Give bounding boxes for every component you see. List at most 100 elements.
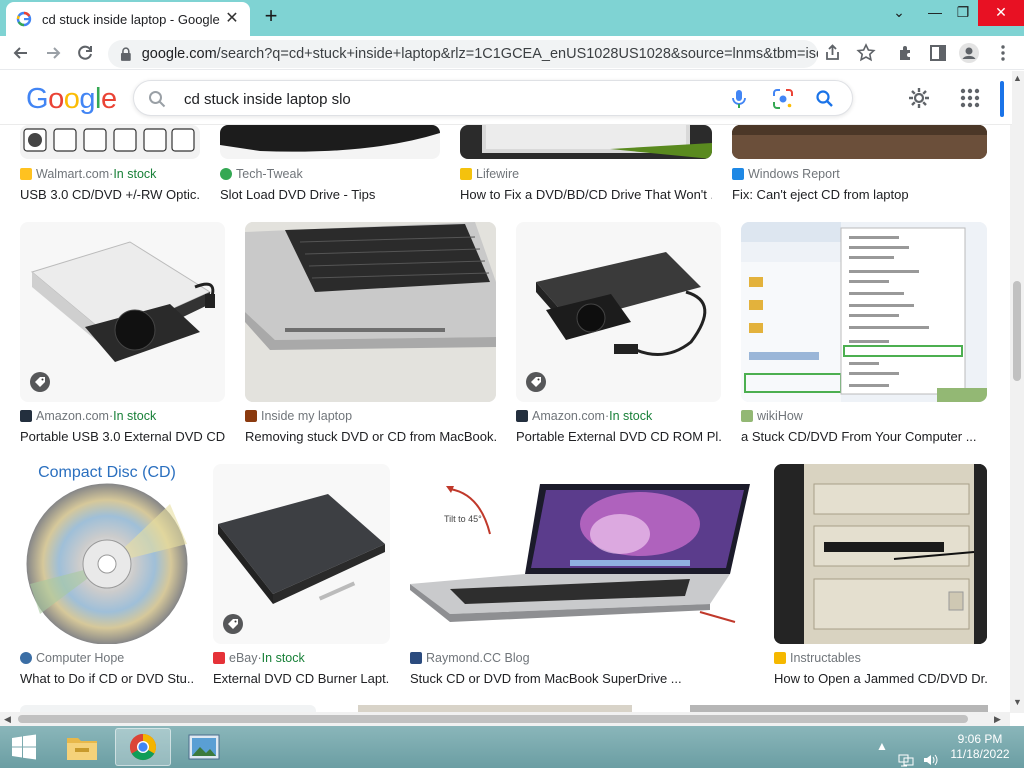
compact-disc-thumbnail [26, 483, 188, 644]
url-host: google.com [141, 46, 217, 62]
result-thumbnail[interactable] [20, 222, 225, 402]
kebab-menu-icon [1001, 45, 1005, 61]
horizontal-scroll-thumb[interactable] [18, 715, 968, 723]
result-thumbnail[interactable]: Tilt to 45° [410, 464, 754, 644]
search-submit-icon[interactable] [815, 89, 835, 109]
scroll-up-arrow-icon[interactable]: ▲ [1013, 73, 1022, 83]
scroll-left-arrow-icon[interactable]: ◀ [4, 714, 11, 725]
volume-speaker-icon[interactable] [922, 739, 938, 781]
show-hidden-icons-arrow[interactable]: ▲ [876, 739, 888, 781]
logo-letter: o [63, 83, 80, 115]
result-source[interactable]: Instructables [774, 651, 861, 665]
new-tab-button[interactable]: + [258, 4, 284, 30]
result-thumbnail[interactable] [741, 222, 987, 402]
result-thumbnail[interactable] [245, 222, 496, 402]
tab-close-icon[interactable]: ✕ [224, 11, 240, 27]
result-thumbnail[interactable] [732, 125, 987, 159]
result-card[interactable]: Instructables How to Open a Jammed CD/DV… [774, 464, 987, 689]
result-card[interactable]: Amazon.com · In stock Portable External … [516, 222, 721, 447]
settings-gear-icon[interactable] [906, 85, 932, 111]
result-title[interactable]: External DVD CD Burner Lapt... [213, 671, 390, 686]
result-card[interactable]: Windows Report Fix: Can't eject CD from … [732, 125, 987, 205]
result-thumbnail[interactable]: Compact Disc (CD) [20, 464, 194, 644]
address-bar[interactable]: google.com/search?q=cd+stuck+inside+lapt… [108, 40, 818, 68]
result-thumbnail[interactable] [220, 125, 440, 159]
macbook-keyboard-thumbnail [245, 222, 496, 402]
forward-button[interactable] [42, 42, 64, 64]
google-apps-grid-icon[interactable] [957, 85, 983, 111]
result-source[interactable]: wikiHow [741, 409, 803, 423]
source-favicon-icon [741, 410, 753, 422]
browser-menu-button[interactable] [992, 42, 1014, 64]
vertical-scrollbar[interactable]: ▲ ▼ [1010, 71, 1024, 713]
result-thumbnail[interactable] [213, 464, 390, 644]
result-source[interactable]: Walmart.com · In stock [20, 167, 156, 181]
result-card[interactable]: wikiHow a Stuck CD/DVD From Your Compute… [741, 222, 987, 447]
result-source[interactable]: Lifewire [460, 167, 519, 181]
scroll-right-arrow-icon[interactable]: ▶ [994, 714, 1001, 725]
result-source[interactable]: Raymond.CC Blog [410, 651, 530, 665]
profile-avatar-icon [959, 43, 979, 63]
network-icon[interactable] [898, 739, 914, 781]
result-source[interactable]: Amazon.com · In stock [20, 409, 156, 423]
result-source[interactable]: Tech-Tweak [220, 167, 303, 181]
google-lens-icon[interactable] [772, 89, 794, 109]
result-title[interactable]: Portable External DVD CD ROM Pl... [516, 429, 721, 444]
side-panel-button[interactable] [927, 42, 949, 64]
back-button[interactable] [10, 42, 32, 64]
close-window-button[interactable]: ✕ [978, 0, 1024, 26]
search-input[interactable] [182, 87, 702, 111]
source-favicon-icon [245, 410, 257, 422]
result-title[interactable]: Removing stuck DVD or CD from MacBook... [245, 429, 496, 444]
stock-status: In stock [261, 651, 305, 665]
result-title[interactable]: Portable USB 3.0 External DVD CD... [20, 429, 225, 444]
taskbar-file-explorer[interactable] [54, 728, 110, 766]
tab-strip: cd stuck inside laptop - Google S ✕ + ⌄ … [0, 0, 1024, 36]
reload-button[interactable] [74, 42, 96, 64]
result-title[interactable]: a Stuck CD/DVD From Your Computer ... [741, 429, 987, 444]
horizontal-scrollbar[interactable]: ◀ ▶ [0, 712, 1010, 726]
result-thumbnail[interactable] [20, 125, 200, 159]
start-button[interactable] [0, 728, 48, 766]
profile-button[interactable] [958, 42, 980, 64]
system-clock[interactable]: 9:06 PM 11/18/2022 [944, 732, 1016, 762]
result-source[interactable]: Windows Report [732, 167, 840, 181]
share-button[interactable] [822, 42, 844, 64]
result-title[interactable]: How to Fix a DVD/BD/CD Drive That Won't … [460, 187, 712, 202]
result-title[interactable]: Slot Load DVD Drive - Tips [220, 187, 440, 202]
share-icon [826, 44, 839, 60]
result-card[interactable]: Tech-Tweak Slot Load DVD Drive - Tips [220, 125, 440, 205]
result-thumbnail[interactable] [460, 125, 712, 159]
bookmark-button[interactable] [855, 42, 877, 64]
source-name: Instructables [790, 651, 861, 665]
google-logo[interactable]: Google [26, 83, 117, 116]
result-title[interactable]: What to Do if CD or DVD Stu... [20, 671, 194, 686]
source-name: Tech-Tweak [236, 167, 303, 181]
taskbar-chrome[interactable] [115, 728, 171, 766]
result-card[interactable]: Lifewire How to Fix a DVD/BD/CD Drive Th… [460, 125, 712, 205]
result-card[interactable]: Amazon.com · In stock Portable USB 3.0 E… [20, 222, 225, 447]
result-card[interactable]: Inside my laptop Removing stuck DVD or C… [245, 222, 496, 447]
taskbar-photo-viewer[interactable] [176, 728, 232, 766]
result-source[interactable]: Inside my laptop [245, 409, 352, 423]
result-card[interactable]: Compact Disc (CD) Computer Hope What to … [20, 464, 194, 689]
result-card[interactable]: Walmart.com · In stock USB 3.0 CD/DVD +/… [20, 125, 200, 205]
result-title[interactable]: Fix: Can't eject CD from laptop [732, 187, 987, 202]
result-card[interactable]: eBay · In stock External DVD CD Burner L… [213, 464, 390, 689]
microphone-icon[interactable] [730, 89, 748, 109]
result-card[interactable]: Tilt to 45° Raymond.CC Blog Stuck CD or … [410, 464, 754, 689]
scroll-down-arrow-icon[interactable]: ▼ [1013, 697, 1022, 707]
result-title[interactable]: How to Open a Jammed CD/DVD Dr... [774, 671, 987, 686]
clock-date: 11/18/2022 [950, 747, 1010, 761]
extensions-button[interactable] [895, 42, 917, 64]
result-source[interactable]: Computer Hope [20, 651, 124, 665]
result-source[interactable]: Amazon.com · In stock [516, 409, 652, 423]
result-source[interactable]: eBay · In stock [213, 651, 305, 665]
search-box[interactable] [133, 80, 853, 116]
vertical-scroll-thumb[interactable] [1013, 281, 1021, 381]
browser-tab[interactable]: cd stuck inside laptop - Google S ✕ [6, 2, 250, 36]
result-thumbnail[interactable] [516, 222, 721, 402]
result-title[interactable]: USB 3.0 CD/DVD +/-RW Optic... [20, 187, 200, 202]
result-thumbnail[interactable] [774, 464, 987, 644]
result-title[interactable]: Stuck CD or DVD from MacBook SuperDrive … [410, 671, 754, 686]
